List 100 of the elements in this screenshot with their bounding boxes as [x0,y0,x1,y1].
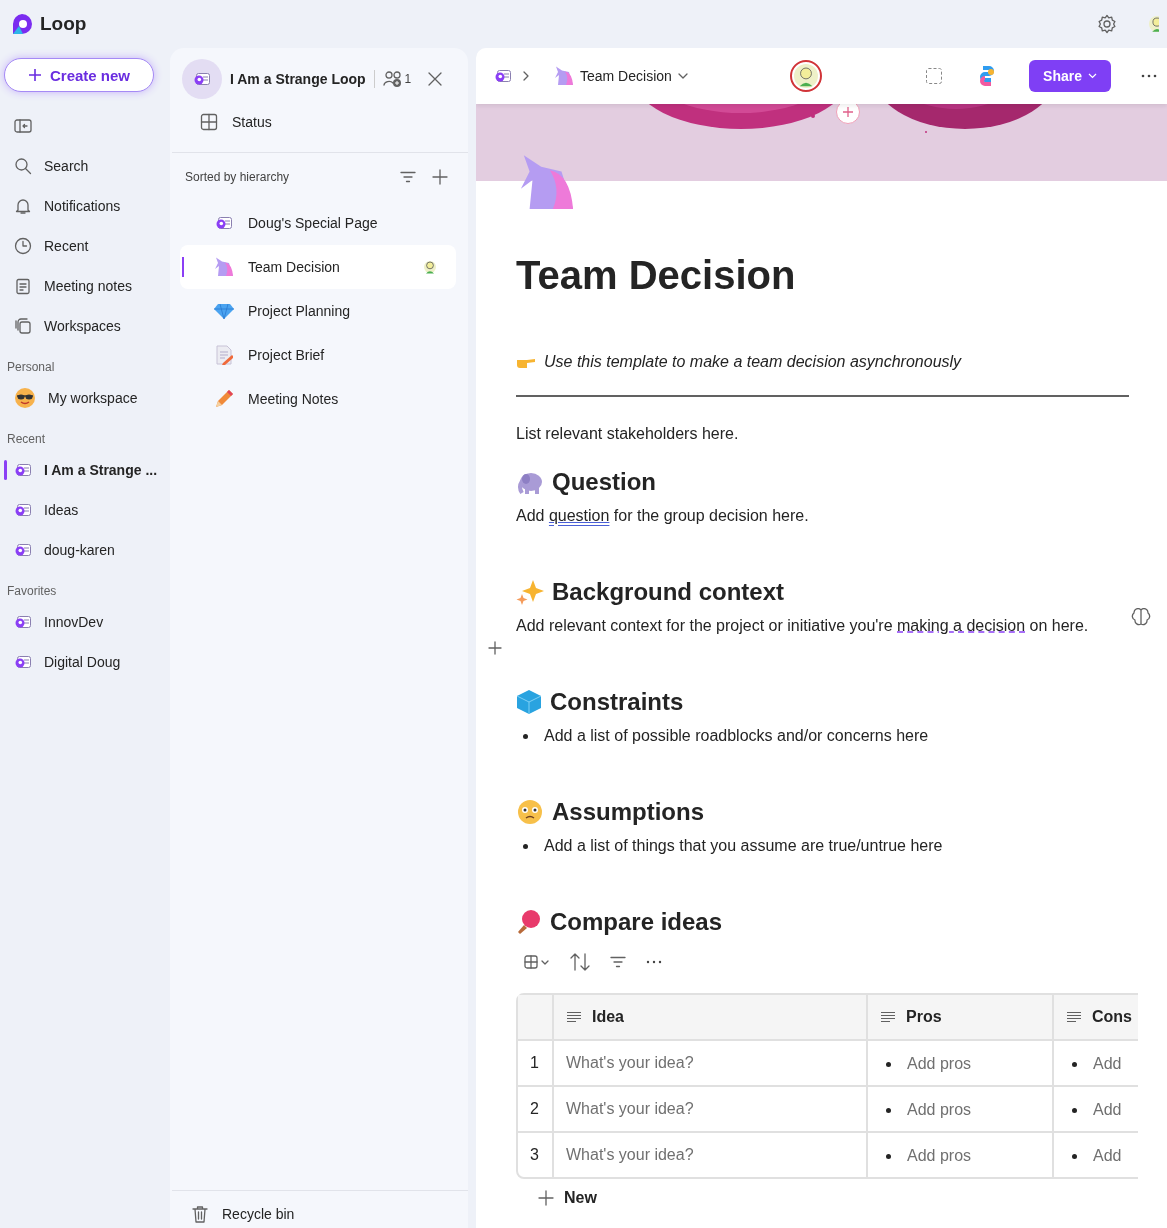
share-button[interactable]: Share [1029,60,1111,92]
nav-item[interactable]: Search [4,146,164,186]
bullet-icon [1072,1107,1077,1113]
table-view-icon[interactable] [524,955,550,969]
page-item[interactable]: Doug's Special Page [180,201,456,245]
plus-icon[interactable] [432,169,448,185]
workspace-item[interactable]: My workspace [4,378,164,418]
section-label: Personal [6,359,56,376]
notes-icon [14,277,32,295]
collapse-sidebar-icon[interactable] [14,119,32,133]
idea-cell[interactable]: What's your idea? [554,1087,868,1133]
bell-icon [14,197,32,215]
stacked-pages-icon [14,317,32,335]
idea-cell[interactable]: What's your idea? [554,1133,868,1177]
workspace-avatar[interactable] [182,59,222,99]
search-icon [14,157,32,175]
page-item[interactable]: Team Decision [180,245,456,289]
section-heading: Compare ideas [550,907,723,937]
filter-icon[interactable] [610,956,626,968]
more-icon[interactable] [1141,74,1157,78]
collaborator-avatar [790,60,823,92]
nav-item[interactable]: Notifications [4,186,164,226]
bullet-icon [523,843,528,849]
plus-icon [27,68,42,82]
status-item[interactable]: Status [180,100,456,144]
plus-icon [842,106,854,118]
page-icon [215,216,233,230]
plus-icon [538,1190,554,1206]
bullet-icon [1072,1153,1077,1159]
row-number: 2 [518,1087,554,1133]
workspace-icon [14,615,32,629]
nav-item[interactable]: Recent [4,226,164,266]
row-number: 3 [518,1133,554,1177]
workspace-item[interactable]: Digital Doug [4,642,164,682]
pros-cell[interactable]: Add pros [868,1133,1054,1177]
workspace-title: I Am a Strange Loop [230,71,366,87]
column-header[interactable]: Idea [554,995,868,1041]
column-header[interactable]: Pros [868,995,1054,1041]
workspace-item[interactable]: Ideas [4,490,164,530]
create-new-button[interactable]: Create new [4,58,154,92]
nav-item[interactable]: Meeting notes [4,266,164,306]
cube-icon [516,689,542,715]
page-item[interactable]: Project Planning [180,289,456,333]
select-icon[interactable] [925,67,944,85]
cons-cell[interactable]: Add [1054,1087,1138,1133]
document-pencil-icon [215,345,233,365]
page-item[interactable]: Meeting Notes [180,377,456,421]
workspace-icon [14,463,32,477]
breadcrumb-page[interactable]: Team Decision [554,66,688,86]
row-number: 1 [518,1041,554,1087]
idea-cell[interactable]: What's your idea? [554,1041,868,1087]
section-heading: Question [552,467,656,497]
workspace-icon [14,503,32,517]
section-heading: Background context [552,577,785,607]
workspace-icon [14,655,32,669]
nav-item[interactable]: Workspaces [4,306,164,346]
bullet-icon [1072,1061,1077,1067]
trash-icon [192,1205,208,1223]
chevron-down-icon [677,73,688,79]
cons-cell[interactable]: Add [1054,1133,1138,1177]
app-logo-icon [10,12,34,36]
bullet-icon [886,1061,891,1067]
section-label: Recent [6,431,47,448]
section-label: Favorites [6,583,58,600]
sort-icon[interactable] [570,953,590,971]
paddle-icon [516,909,542,935]
bullet-text: Add a list of things that you assume are true/untrue here [544,836,943,856]
app-name: Loop [40,13,87,35]
more-icon[interactable] [646,960,662,964]
bullet-icon [523,733,528,739]
new-row-button[interactable]: New [538,1189,597,1207]
close-icon[interactable] [428,72,442,86]
settings-icon[interactable] [1097,14,1117,34]
page-item[interactable]: Project Brief [180,333,456,377]
sparkles-icon [516,578,544,606]
workspace-item[interactable]: doug-karen [4,530,164,570]
workspace-item[interactable]: I Am a Strange ... [4,450,164,490]
worried-face-icon [516,798,544,826]
workspace-icon [494,69,512,83]
clock-icon [14,237,32,255]
add-block-icon[interactable] [488,641,502,655]
filter-icon[interactable] [400,171,416,183]
unicorn-icon [214,257,234,277]
paragraph: List relevant stakeholders here. [516,424,740,444]
people-icon[interactable] [382,70,403,88]
sort-label: Sorted by hierarchy [185,170,291,184]
cons-cell[interactable]: Add [1054,1041,1138,1087]
recycle-bin[interactable]: Recycle bin [172,1190,468,1228]
bullet-text: Add a list of possible roadblocks and/or concerns here [544,726,929,746]
unicorn-icon [554,66,574,86]
pencil-icon [214,389,234,409]
brain-icon[interactable] [1131,608,1151,626]
paragraph: Add question for the group decision here. [516,506,810,526]
pros-cell[interactable]: Add pros [868,1087,1054,1133]
workspace-item[interactable]: InnovDev [4,602,164,642]
bullet-icon [886,1107,891,1113]
pros-cell[interactable]: Add pros [868,1041,1054,1087]
member-count: 1 [404,72,412,86]
column-header[interactable]: Cons [1054,995,1138,1041]
sunglasses-face-icon [14,387,36,409]
